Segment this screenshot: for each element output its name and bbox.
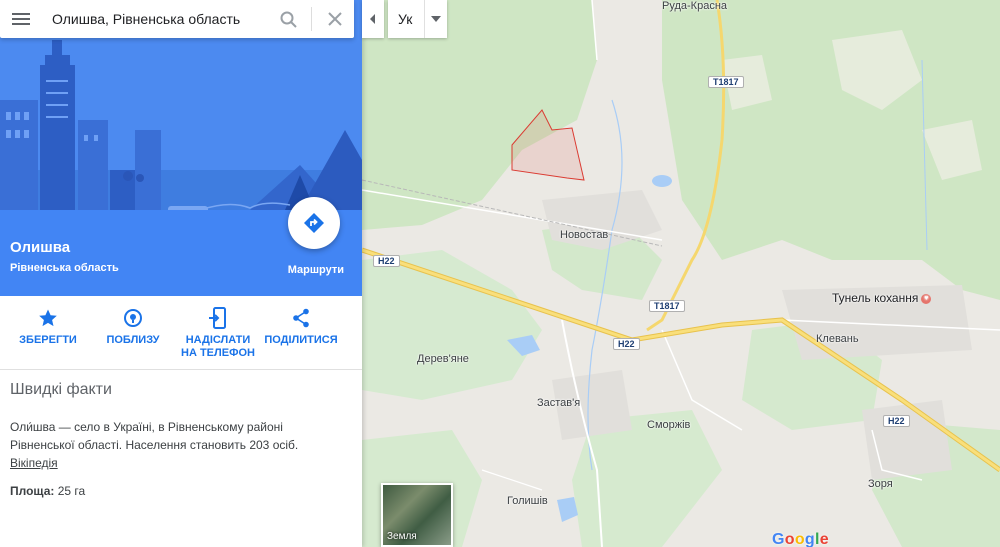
tunel-text: Тунель кохання <box>832 291 919 305</box>
nearby-pin-icon <box>124 309 142 327</box>
nearby-label: ПОБЛИЗУ <box>106 334 160 346</box>
place-panel: Олишва, Рівненська область Олишва Рівнен… <box>0 0 362 547</box>
road-shield-h22: H22 <box>373 255 400 267</box>
label-klevan: Клевань <box>816 333 859 345</box>
search-box[interactable]: Олишва, Рівненська область <box>0 0 354 38</box>
language-select[interactable]: Ук <box>388 0 447 38</box>
share-icon <box>293 308 309 328</box>
search-divider <box>311 7 312 31</box>
label-derevyane: Дерев'яне <box>417 353 469 365</box>
google-logo: Google <box>772 531 829 547</box>
quick-facts-title: Швидкі факти <box>10 381 112 398</box>
send-to-phone-icon <box>209 307 226 329</box>
nearby-button[interactable]: ПОБЛИЗУ <box>93 306 173 347</box>
maps-app: Руда-Красна Новостав Тунель кохання ♥ Кле… <box>0 0 1000 547</box>
star-icon <box>39 309 57 327</box>
directions-icon <box>304 213 324 233</box>
search-button[interactable] <box>269 0 307 38</box>
place-title: Олишва <box>10 239 71 256</box>
wikipedia-link[interactable]: Вікіпедія <box>10 456 58 470</box>
road-shield-t1817: T1817 <box>708 76 744 88</box>
label-smorzhiv: Сморжів <box>647 419 691 431</box>
area-value: 25 га <box>57 484 86 498</box>
map-base-layer <box>362 0 1000 547</box>
language-dropdown-arrow[interactable] <box>424 0 446 38</box>
description-text: Оли́шва — село в Україні, в Рівненському… <box>10 420 299 452</box>
routes-label[interactable]: Маршрути <box>288 264 344 276</box>
quick-facts-description: Оли́шва — село в Україні, в Рівненському… <box>10 418 300 472</box>
area-label: Площа: <box>10 484 55 498</box>
menu-button[interactable] <box>0 0 42 38</box>
caret-down-icon <box>430 16 441 22</box>
search-input[interactable]: Олишва, Рівненська область <box>42 11 269 27</box>
label-novostav: Новостав <box>560 229 609 241</box>
poi-heart-icon: ♥ <box>921 293 932 304</box>
save-label: ЗБЕРЕГТИ <box>19 334 77 346</box>
search-icon <box>280 11 297 28</box>
close-icon <box>328 12 342 26</box>
label-tunel-kokhannia[interactable]: Тунель кохання ♥ <box>832 291 932 305</box>
chevron-left-icon <box>370 14 375 24</box>
save-button[interactable]: ЗБЕРЕГТИ <box>8 306 88 347</box>
map-canvas[interactable]: Руда-Красна Новостав Тунель кохання ♥ Кле… <box>362 0 1000 547</box>
send-to-phone-label: НАДІСЛАТИ НА ТЕЛЕФОН <box>181 334 255 359</box>
road-shield-t1817: T1817 <box>649 300 685 312</box>
share-button[interactable]: ПОДІЛИТИСЯ <box>261 306 341 347</box>
collapse-panel-button[interactable] <box>362 0 384 38</box>
share-label: ПОДІЛИТИСЯ <box>264 334 338 346</box>
menu-icon <box>12 13 30 25</box>
action-bar: ЗБЕРЕГТИ ПОБЛИЗУ НАДІСЛАТИ НА ТЕЛЕФОН ПО… <box>0 296 362 370</box>
place-subtitle: Рівненська область <box>10 262 119 274</box>
directions-button[interactable] <box>288 197 340 249</box>
label-zoria: Зоря <box>868 478 893 490</box>
language-value: Ук <box>398 11 413 27</box>
clear-search-button[interactable] <box>316 0 354 38</box>
label-holyshiv: Голишів <box>507 495 548 507</box>
label-zastavia: Застав'я <box>537 397 581 409</box>
send-to-phone-button[interactable]: НАДІСЛАТИ НА ТЕЛЕФОН <box>178 306 258 360</box>
earth-label: Земля <box>387 531 417 542</box>
road-shield-h22: H22 <box>613 338 640 350</box>
area-fact: Площа: 25 га <box>10 484 85 498</box>
earth-view-toggle[interactable]: Земля <box>381 483 453 547</box>
road-shield-h22: H22 <box>883 415 910 427</box>
label-ruda-krasna: Руда-Красна <box>662 0 728 12</box>
